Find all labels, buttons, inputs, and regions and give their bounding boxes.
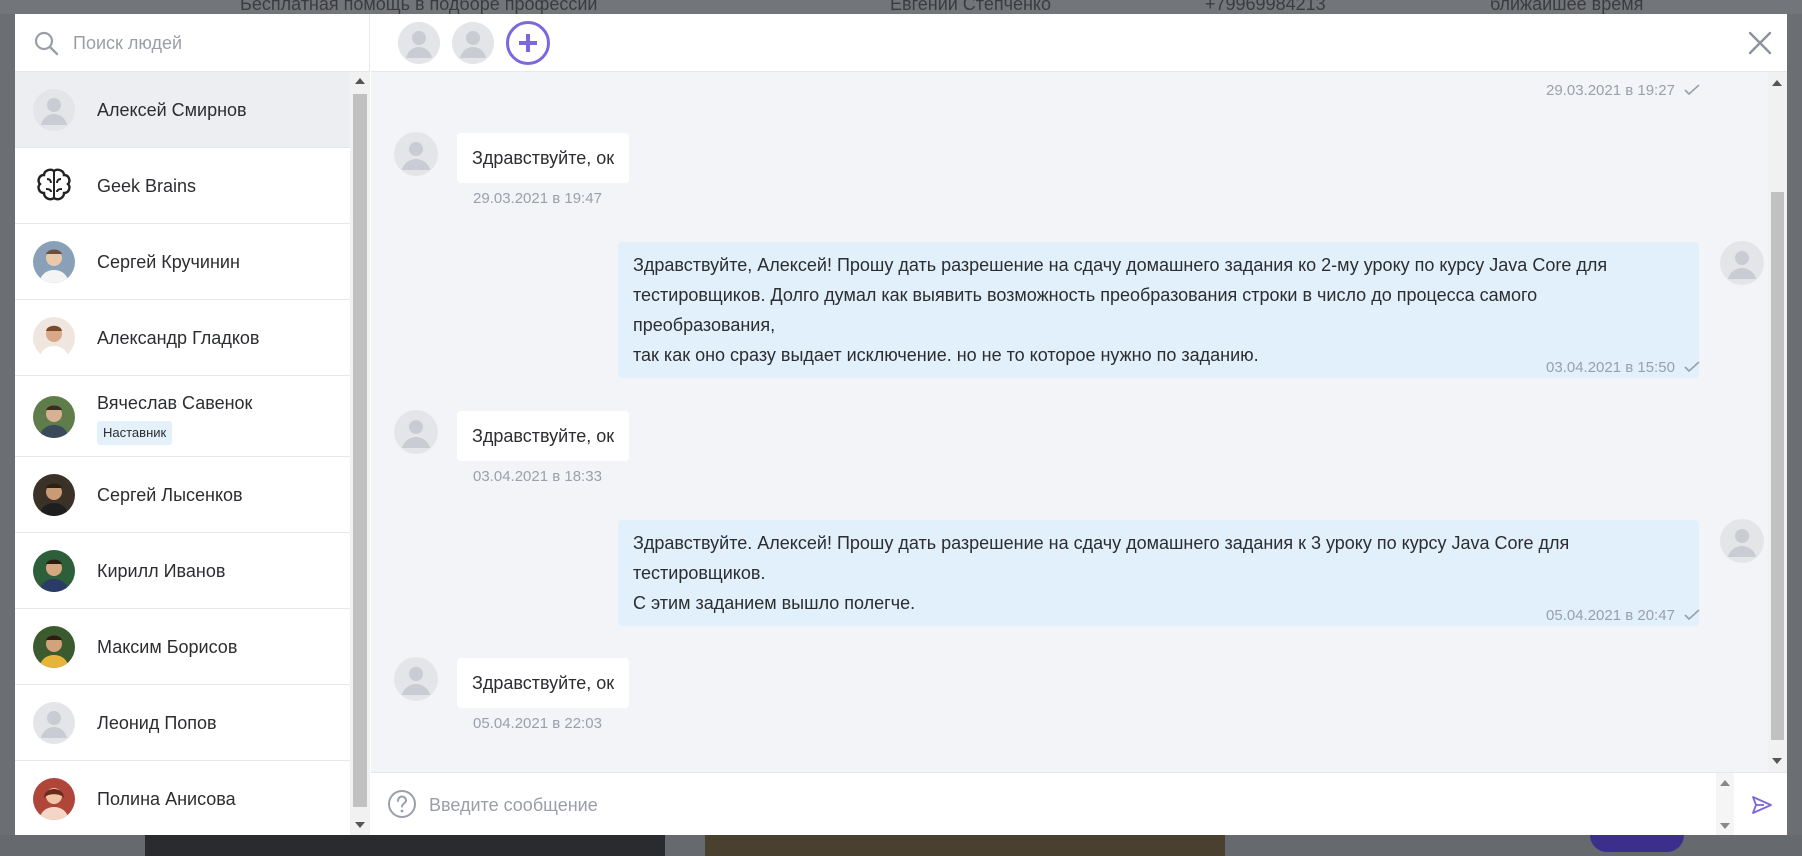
- background-text: ближайшее время: [1490, 0, 1644, 14]
- background-text: Бесплатная помощь в подборе профессии: [240, 0, 598, 14]
- background-text: +79969984213: [1205, 0, 1326, 14]
- add-participant-button[interactable]: [506, 21, 550, 65]
- contact-name: Сергей Кручинин: [97, 252, 240, 272]
- default-avatar: [33, 89, 75, 131]
- contact-item[interactable]: Алексей Смирнов: [15, 72, 350, 148]
- message-line: так как оно сразу выдает исключение. но …: [633, 345, 1259, 365]
- message-time: 29.03.2021 в 19:27: [1546, 82, 1675, 99]
- contact-item[interactable]: Вячеслав Савенок Наставник: [15, 376, 350, 457]
- sender-avatar: [394, 657, 438, 701]
- default-avatar: [33, 702, 75, 744]
- participant-avatar[interactable]: [398, 22, 440, 64]
- incoming-message: Здравствуйте, ок: [457, 411, 630, 461]
- message-time: 29.03.2021 в 19:47: [473, 190, 602, 207]
- message-time: 05.04.2021 в 22:03: [473, 715, 602, 732]
- incoming-message: Здравствуйте, ок: [457, 133, 630, 183]
- contact-item[interactable]: Александр Гладков: [15, 300, 350, 376]
- background-header: Бесплатная помощь в подборе профессии Ев…: [0, 0, 1802, 14]
- contacts-scrollbar[interactable]: [350, 72, 370, 835]
- contact-item[interactable]: Кирилл Иванов: [15, 533, 350, 609]
- contact-photo: [33, 396, 75, 438]
- contact-name: Александр Гладков: [97, 328, 260, 348]
- close-icon[interactable]: [1746, 29, 1774, 57]
- search-bar: [15, 14, 370, 72]
- message-area: 29.03.2021 в 19:27 Здравствуйте, ок 29.0…: [371, 72, 1787, 772]
- scroll-up-arrow-icon[interactable]: [355, 78, 365, 84]
- help-icon[interactable]: [387, 789, 417, 819]
- scroll-thumb[interactable]: [353, 94, 367, 807]
- contact-photo: [33, 317, 75, 359]
- scroll-down-arrow-icon[interactable]: [1720, 823, 1730, 829]
- brain-logo-icon: [33, 165, 75, 207]
- scroll-thumb[interactable]: [1771, 192, 1784, 740]
- message-line: тестировщиков. Долго думал как выявить в…: [633, 285, 1538, 335]
- contact-item[interactable]: Леонид Попов: [15, 685, 350, 761]
- my-avatar: [1720, 241, 1764, 285]
- contact-photo: [33, 241, 75, 283]
- contact-photo: [33, 778, 75, 820]
- sender-avatar: [394, 410, 438, 454]
- contact-name: Максим Борисов: [97, 637, 238, 657]
- background-card: [145, 835, 665, 856]
- background-text: Евгений Степченко: [890, 0, 1052, 14]
- outgoing-message: Здравствуйте. Алексей! Прошу дать разреш…: [618, 520, 1699, 626]
- message-time: 03.04.2021 в 18:33: [473, 468, 602, 485]
- contact-item[interactable]: Сергей Кручинин: [15, 224, 350, 300]
- check-icon: [1684, 609, 1700, 621]
- contact-list: Алексей Смирнов Geek Brains Сергей Кручи…: [15, 72, 350, 835]
- contact-name: Вячеслав Савенок: [97, 393, 253, 413]
- contact-name: Кирилл Иванов: [97, 561, 226, 581]
- sender-avatar: [394, 132, 438, 176]
- participant-avatar[interactable]: [452, 22, 494, 64]
- contact-item[interactable]: Максим Борисов: [15, 609, 350, 685]
- contact-name: Леонид Попов: [97, 713, 217, 733]
- chat-modal: Алексей Смирнов Geek Brains Сергей Кручи…: [15, 14, 1787, 835]
- contact-item[interactable]: Полина Анисова: [15, 761, 350, 835]
- mentor-badge: Наставник: [97, 421, 173, 445]
- scroll-up-arrow-icon[interactable]: [1772, 80, 1782, 86]
- scroll-up-arrow-icon[interactable]: [1720, 780, 1730, 786]
- check-icon: [1684, 84, 1700, 96]
- message-time: 03.04.2021 в 15:50: [1546, 359, 1675, 376]
- my-avatar: [1720, 519, 1764, 563]
- message-composer: [371, 772, 1787, 835]
- scroll-down-arrow-icon[interactable]: [1772, 758, 1782, 764]
- message-time: 05.04.2021 в 20:47: [1546, 607, 1675, 624]
- check-icon: [1684, 361, 1700, 373]
- message-line: Здравствуйте, Алексей! Прошу дать разреш…: [633, 255, 1608, 275]
- contact-photo: [33, 550, 75, 592]
- contacts-panel: Алексей Смирнов Geek Brains Сергей Кручи…: [15, 14, 370, 835]
- message-line: Здравствуйте. Алексей! Прошу дать разреш…: [633, 533, 1570, 583]
- messages-scrollbar[interactable]: [1768, 72, 1787, 772]
- message-input[interactable]: [429, 788, 1559, 822]
- send-icon[interactable]: [1751, 795, 1773, 815]
- contact-photo: [33, 626, 75, 668]
- composer-scrollbar[interactable]: [1716, 773, 1734, 835]
- contact-item[interactable]: Сергей Лысенков: [15, 457, 350, 533]
- background-card: [705, 835, 1225, 856]
- contact-name: Сергей Лысенков: [97, 485, 243, 505]
- contact-photo: [33, 474, 75, 516]
- incoming-message: Здравствуйте, ок: [457, 658, 630, 708]
- contact-name: Полина Анисова: [97, 789, 236, 809]
- message-line: С этим заданием вышло полегче.: [633, 593, 916, 613]
- search-input[interactable]: [73, 28, 353, 58]
- chat-header: [371, 14, 1787, 72]
- contact-name: Алексей Смирнов: [97, 100, 247, 120]
- contact-item[interactable]: Geek Brains: [15, 148, 350, 224]
- contact-name: Geek Brains: [97, 176, 197, 196]
- search-icon: [34, 31, 59, 56]
- scroll-down-arrow-icon[interactable]: [355, 822, 365, 828]
- outgoing-message: Здравствуйте, Алексей! Прошу дать разреш…: [618, 242, 1699, 378]
